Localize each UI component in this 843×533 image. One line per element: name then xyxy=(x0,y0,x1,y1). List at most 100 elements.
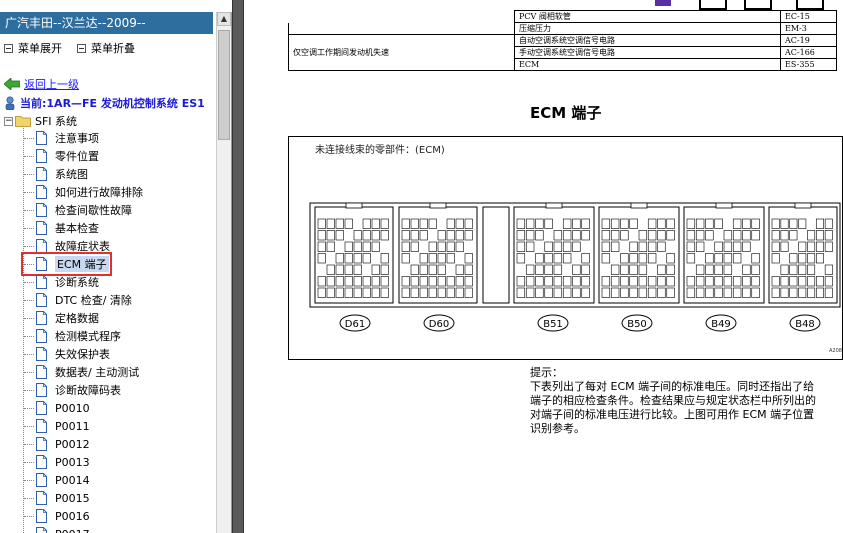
tree-branch xyxy=(24,173,34,175)
document-icon xyxy=(36,437,47,451)
terminal-cell xyxy=(742,241,751,252)
collapse-all-button[interactable]: 菜单折叠 xyxy=(77,41,135,55)
tree-item-label: P0011 xyxy=(55,419,90,433)
document-icon xyxy=(36,203,47,217)
tree-item[interactable]: 检测模式程序 xyxy=(24,327,121,345)
tree-item[interactable]: 如何进行故障排除 xyxy=(24,183,143,201)
terminal-cell xyxy=(317,241,326,252)
terminal-cell xyxy=(629,264,638,275)
tree-item[interactable]: 数据表/ 主动测试 xyxy=(24,363,139,381)
location-icon xyxy=(5,96,15,110)
tree-branch xyxy=(24,137,34,139)
tree-item[interactable]: P0017 xyxy=(24,525,90,533)
tree-item-label: P0012 xyxy=(55,437,90,451)
navigation-pane: 广汽丰田--汉兰达--2009-- 菜单展开 菜单折叠 返回上一级 当前:1AR… xyxy=(0,0,232,533)
terminal-cell xyxy=(686,241,696,252)
tree-item[interactable]: P0010 xyxy=(24,399,90,417)
tree-item[interactable]: P0016 xyxy=(24,507,90,525)
tree-item[interactable]: 诊断系统 xyxy=(24,273,99,291)
terminal-cell xyxy=(344,276,353,287)
collapse-node-icon[interactable]: − xyxy=(4,116,13,126)
terminal-cell xyxy=(695,276,705,287)
tree-item-label: 零件位置 xyxy=(55,150,99,163)
terminal-cell xyxy=(610,218,620,229)
document-icon xyxy=(36,221,47,235)
terminal-cell xyxy=(544,287,553,298)
terminal-cell xyxy=(807,253,816,264)
terminal-cell xyxy=(535,218,544,229)
tree-item[interactable]: P0015 xyxy=(24,489,90,507)
tree-item[interactable]: 基本检查 xyxy=(24,219,99,237)
vertical-scrollbar[interactable]: ▲ xyxy=(216,12,231,533)
tree-item[interactable]: 检查间歇性故障 xyxy=(24,201,132,219)
tree-item[interactable]: P0013 xyxy=(24,453,90,471)
tree-item[interactable]: P0011 xyxy=(24,417,90,435)
tree-item-label: 诊断故障码表 xyxy=(55,384,121,397)
terminal-cell xyxy=(362,287,371,298)
document-view: 87038205 PCV 阀相软管EC-15压缩压力EM-3仅空调工作期间发动机… xyxy=(244,0,843,533)
tree-item[interactable]: 定格数据 xyxy=(24,309,99,327)
nav-box-3[interactable] xyxy=(796,0,824,10)
connector-id-label: B51 xyxy=(543,319,563,330)
tree-item[interactable]: DTC 检查/ 清除 xyxy=(24,291,132,309)
circuit-cell: ECM xyxy=(514,58,781,71)
terminal-cell xyxy=(562,276,572,287)
terminal-cell xyxy=(362,276,371,287)
terminal-cell xyxy=(419,264,428,275)
tree-item[interactable]: P0014 xyxy=(24,471,90,489)
pane-splitter[interactable] xyxy=(232,0,244,533)
terminal-cell xyxy=(601,218,611,229)
terminal-cell xyxy=(437,253,446,264)
terminal-cell xyxy=(742,276,751,287)
terminal-cell xyxy=(326,230,335,241)
tree-item[interactable]: ECM 端子 xyxy=(21,252,112,276)
terminal-cell xyxy=(601,241,611,252)
current-location: 当前:1AR—FE 发动机控制系统 ES1 xyxy=(4,95,205,111)
terminal-cell xyxy=(714,276,723,287)
terminal-cell xyxy=(620,276,629,287)
terminal-cell xyxy=(581,276,590,287)
terminal-cell xyxy=(705,253,714,264)
tree-item[interactable]: 失效保护表 xyxy=(24,345,110,363)
document-icon xyxy=(36,167,47,181)
terminal-cell xyxy=(732,287,742,298)
terminal-cell xyxy=(638,230,648,241)
connector-id-label: D60 xyxy=(429,319,449,330)
terminal-cell xyxy=(516,241,526,252)
terminal-cell xyxy=(344,253,353,264)
tree-item[interactable]: 诊断故障码表 xyxy=(24,381,121,399)
terminal-cell xyxy=(344,264,353,275)
terminal-cell xyxy=(657,241,666,252)
nav-box-2[interactable] xyxy=(744,0,772,10)
tree-item[interactable]: 系统图 xyxy=(24,165,88,183)
terminal-cell xyxy=(553,276,563,287)
terminal-cell xyxy=(380,253,389,264)
terminal-cell xyxy=(326,218,335,229)
document-icon xyxy=(36,419,47,433)
terminal-cell xyxy=(714,241,723,252)
connector-latch xyxy=(545,202,563,209)
scroll-thumb[interactable] xyxy=(218,30,230,140)
hint-line-1: 下表列出了每对 ECM 端子间的标准电压。同时还指出了给 xyxy=(530,380,815,393)
tree-item[interactable]: 零件位置 xyxy=(24,147,99,165)
tree-item[interactable]: P0012 xyxy=(24,435,90,453)
back-link[interactable]: 返回上一级 xyxy=(4,76,79,92)
terminal-cell xyxy=(601,276,611,287)
expand-all-button[interactable]: 菜单展开 xyxy=(4,41,62,55)
tree-branch xyxy=(24,155,34,157)
scroll-up-icon[interactable]: ▲ xyxy=(217,12,231,26)
terminal-cell xyxy=(714,218,723,229)
tree-root-folder[interactable]: − SFI 系统 xyxy=(4,113,77,129)
terminal-cell xyxy=(807,241,816,252)
tree-item[interactable]: 注意事项 xyxy=(24,129,99,147)
terminal-cell xyxy=(824,276,833,287)
terminal-cell xyxy=(723,287,733,298)
terminal-cell xyxy=(780,276,789,287)
terminal-cell xyxy=(410,218,419,229)
terminal-cell xyxy=(419,253,428,264)
nav-box-1[interactable] xyxy=(699,0,727,10)
terminal-cell xyxy=(553,287,563,298)
terminal-cell xyxy=(714,287,723,298)
terminal-cell xyxy=(572,276,581,287)
tree-item[interactable]: 故障症状表 xyxy=(24,237,110,255)
